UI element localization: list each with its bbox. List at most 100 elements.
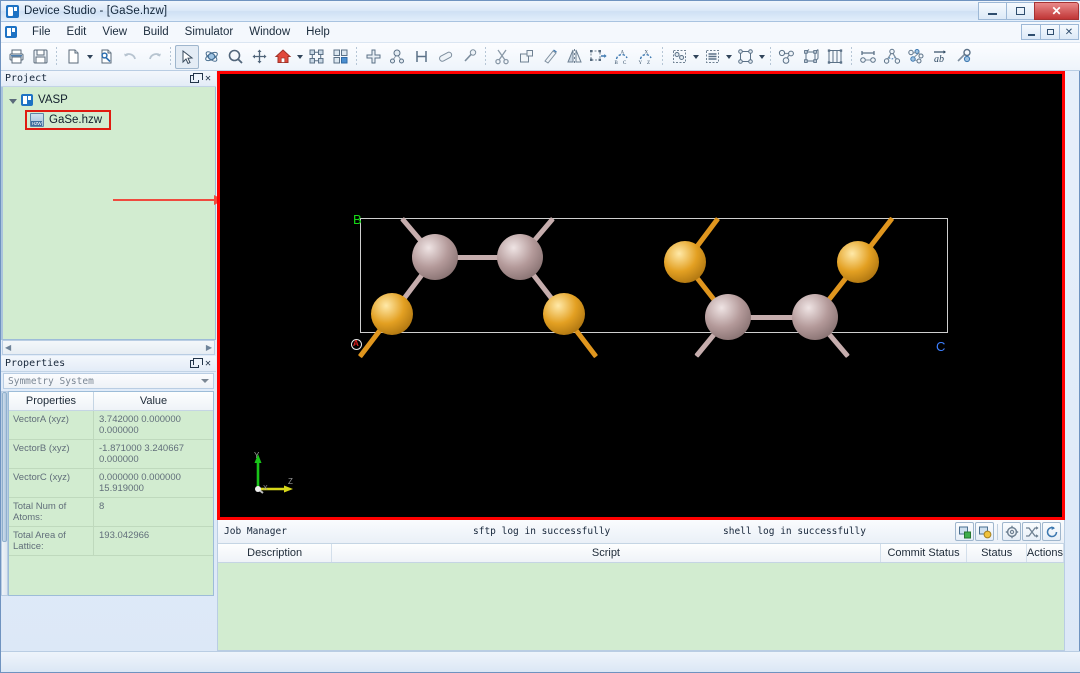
angle-icon[interactable] [880, 45, 904, 69]
copy-icon[interactable] [514, 45, 538, 69]
menu-item-build[interactable]: Build [135, 24, 177, 40]
shuffle-icon[interactable] [1022, 522, 1041, 541]
mdi-close-button[interactable]: ✕ [1059, 24, 1079, 40]
brush-icon[interactable] [457, 45, 481, 69]
layers-icon[interactable] [700, 45, 724, 69]
distance-icon[interactable] [856, 45, 880, 69]
table-row[interactable]: Total Area of Lattice: 193.042966 [9, 527, 213, 556]
supercell-icon[interactable] [667, 45, 691, 69]
redo-icon[interactable] [142, 45, 166, 69]
probe-icon[interactable] [952, 45, 976, 69]
atom-ga[interactable] [792, 294, 838, 340]
properties-vertical-scrollbar[interactable] [1, 391, 8, 596]
add-atom-icon[interactable] [361, 45, 385, 69]
translate-icon[interactable] [586, 45, 610, 69]
zoom-icon[interactable] [223, 45, 247, 69]
scroll-right-arrow-icon[interactable]: ▶ [206, 343, 212, 352]
fit-all-icon[interactable] [304, 45, 328, 69]
atom-ga[interactable] [705, 294, 751, 340]
column-header-commit-status[interactable]: Commit Status [881, 544, 968, 562]
close-panel-icon[interactable]: ✕ [205, 74, 211, 84]
crystal-icon[interactable] [799, 45, 823, 69]
molecule-icon[interactable] [775, 45, 799, 69]
ruler-icon[interactable] [538, 45, 562, 69]
column-header-description[interactable]: Description [218, 544, 332, 562]
project-horizontal-scrollbar[interactable]: ◀ ▶ [2, 340, 215, 355]
menu-item-file[interactable]: File [24, 24, 59, 40]
menu-item-window[interactable]: Window [241, 24, 298, 40]
atom-ga[interactable] [412, 234, 458, 280]
layers-dropdown-caret-icon[interactable] [724, 46, 733, 68]
server-add-icon[interactable] [955, 522, 974, 541]
rotate-icon[interactable] [199, 45, 223, 69]
table-row[interactable]: VectorB (xyz) -1.871000 3.240667 0.00000… [9, 440, 213, 469]
print-icon[interactable] [4, 45, 28, 69]
float-panel-icon[interactable] [190, 360, 199, 368]
bond-atom-icon[interactable] [385, 45, 409, 69]
home-view-icon[interactable] [271, 45, 295, 69]
home-view-dropdown-caret-icon[interactable] [295, 46, 304, 68]
rotate-abc-icon[interactable]: A B C [610, 45, 634, 69]
float-panel-icon[interactable] [190, 75, 199, 83]
open-file-icon[interactable] [94, 45, 118, 69]
column-header-script[interactable]: Script [332, 544, 880, 562]
slab-icon[interactable] [823, 45, 847, 69]
property-name: Total Num of Atoms: [9, 498, 94, 526]
chevron-down-icon[interactable] [201, 379, 209, 383]
server-config-icon[interactable] [975, 522, 994, 541]
mirror-icon[interactable] [562, 45, 586, 69]
menu-item-edit[interactable]: Edit [59, 24, 95, 40]
cut-icon[interactable] [490, 45, 514, 69]
undo-icon[interactable] [118, 45, 142, 69]
window-controls: ✕ [979, 2, 1079, 20]
refresh-icon[interactable] [1042, 522, 1061, 541]
toolbar-separator [485, 47, 486, 67]
close-button[interactable]: ✕ [1034, 2, 1079, 20]
rotate-xyz-icon[interactable]: X Y Z [634, 45, 658, 69]
atom-ga[interactable] [497, 234, 543, 280]
structure-viewport[interactable]: B C A Y Z X [220, 74, 1062, 517]
save-icon[interactable] [28, 45, 52, 69]
tile-view-icon[interactable] [328, 45, 352, 69]
table-row[interactable]: VectorA (xyz) 3.742000 0.000000 0.000000 [9, 411, 213, 440]
new-file-icon[interactable] [61, 45, 85, 69]
atom-se[interactable] [543, 293, 585, 335]
atom-se[interactable] [664, 241, 706, 283]
mdi-window-controls: ✕ [1022, 24, 1079, 40]
minimize-button[interactable] [978, 2, 1007, 20]
tree-item-gase-hzw[interactable]: GaSe.hzw [25, 110, 111, 130]
tree-node-vasp[interactable]: VASP [3, 91, 215, 108]
symmetry-system-selector[interactable]: Symmetry System [3, 373, 214, 389]
eraser-icon[interactable] [433, 45, 457, 69]
measure-icon[interactable] [409, 45, 433, 69]
symmetry-system-value: Symmetry System [8, 376, 94, 387]
column-header-actions[interactable]: Actions [1027, 544, 1064, 562]
vector-ab-icon[interactable]: ab [928, 45, 952, 69]
atom-se[interactable] [837, 241, 879, 283]
expand-collapse-arrow-icon[interactable] [9, 99, 17, 104]
menu-item-help[interactable]: Help [298, 24, 338, 40]
supercell-dropdown-caret-icon[interactable] [691, 46, 700, 68]
table-row[interactable]: Total Num of Atoms: 8 [9, 498, 213, 527]
menu-item-simulator[interactable]: Simulator [177, 24, 242, 40]
close-panel-icon[interactable]: ✕ [205, 359, 211, 369]
project-tree[interactable]: VASP GaSe.hzw [1, 87, 216, 340]
mdi-restore-button[interactable] [1040, 24, 1060, 40]
scroll-left-arrow-icon[interactable]: ◀ [5, 343, 11, 352]
menu-item-view[interactable]: View [94, 24, 135, 40]
column-header-status[interactable]: Status [967, 544, 1026, 562]
maximize-button[interactable] [1006, 2, 1035, 20]
settings-gear-icon[interactable] [1002, 522, 1021, 541]
table-row[interactable]: VectorC (xyz) 0.000000 0.000000 15.91900… [9, 469, 213, 498]
new-file-dropdown-caret-icon[interactable] [85, 46, 94, 68]
mdi-minimize-button[interactable] [1021, 24, 1041, 40]
scrollbar-thumb[interactable] [2, 392, 7, 542]
job-list-table: Description Script Commit Status Status … [217, 544, 1065, 651]
lattice-icon[interactable] [733, 45, 757, 69]
atom-se[interactable] [371, 293, 413, 335]
cluster-icon[interactable] [904, 45, 928, 69]
lattice-dropdown-caret-icon[interactable] [757, 46, 766, 68]
select-pointer-icon[interactable] [175, 45, 199, 69]
toolbar-separator [56, 47, 57, 67]
pan-icon[interactable] [247, 45, 271, 69]
